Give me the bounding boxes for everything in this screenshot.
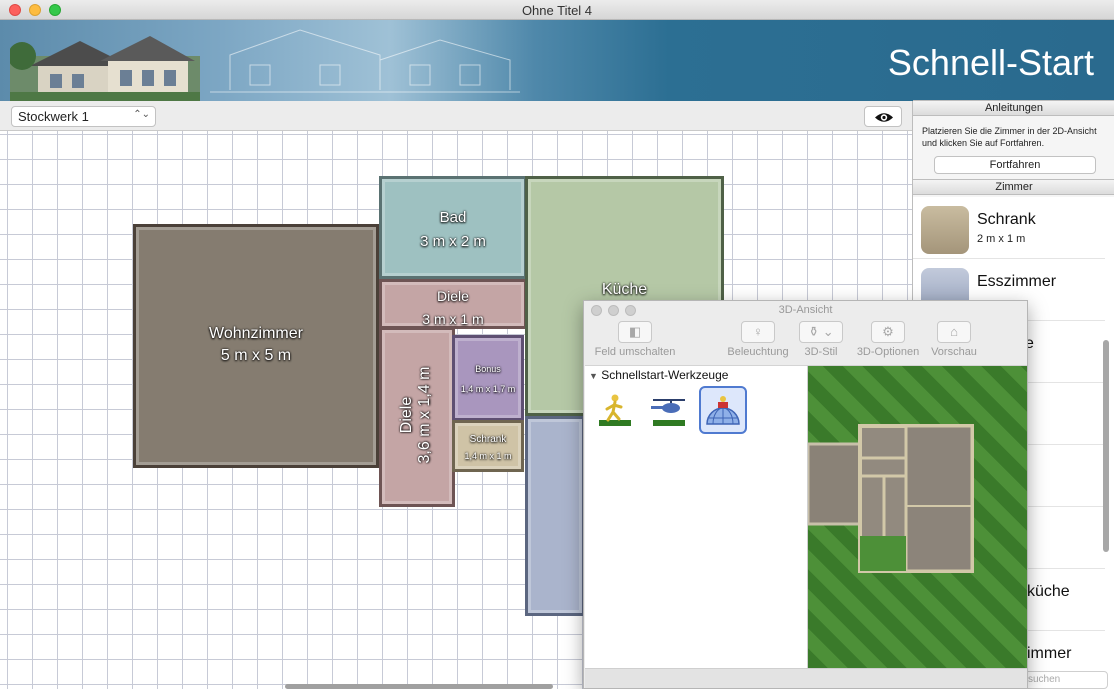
3d-options-button[interactable]: ⚙ 3D-Optionen xyxy=(852,321,924,361)
room-item-name: Schrank xyxy=(977,211,1036,228)
room-item-name: küche xyxy=(1027,583,1070,600)
room-size: 3 m x 2 m xyxy=(420,233,486,250)
room-item-size: 2 m x 1 m xyxy=(977,233,1026,245)
helicopter-icon xyxy=(651,399,685,426)
room-search-input[interactable]: suchen xyxy=(1024,671,1108,689)
instructions-header: Anleitungen xyxy=(913,100,1114,116)
walk-tool[interactable] xyxy=(591,386,639,434)
house-icon: ⌂ xyxy=(937,321,971,343)
window-title: Ohne Titel 4 xyxy=(521,3,593,18)
quickstart-tools-pane: ▼ Schnellstart-Werkzeuge xyxy=(585,365,808,668)
room-wohnzimmer[interactable]: Wohnzimmer 5 m x 5 m xyxy=(133,224,379,468)
room-swatch xyxy=(921,206,969,254)
floor-select[interactable]: Stockwerk 1 ⌃⌄ xyxy=(11,106,156,127)
eye-icon xyxy=(875,113,893,122)
room-label: Schrank xyxy=(469,434,507,445)
room-size: 1,4 m x 1,7 m xyxy=(460,384,516,394)
room-diele-lower[interactable]: Diele 3,6 m x 1,4 m xyxy=(379,327,455,507)
3d-window-status-bar xyxy=(585,668,1027,688)
lightbulb-icon: ♀ xyxy=(741,321,775,343)
room-label-vertical: Diele xyxy=(398,396,415,434)
toolbar-label: Vorschau xyxy=(931,346,977,358)
quick-start-heading: Schnell-Start xyxy=(887,42,1094,83)
3d-view-window: 3D-Ansicht ◧ Feld umschalten ♀ Beleuchtu… xyxy=(583,300,1028,689)
walking-person-icon xyxy=(599,394,631,426)
room-item-schrank[interactable]: Schrank 2 m x 1 m xyxy=(913,197,1105,259)
house-illustration xyxy=(10,36,200,101)
quickstart-tools-header[interactable]: ▼ Schnellstart-Werkzeuge xyxy=(589,368,728,382)
toolbar-label: 3D-Optionen xyxy=(856,346,920,358)
continue-button[interactable]: Fortfahren xyxy=(934,156,1096,174)
gear-icon: ⚙ xyxy=(871,321,905,343)
3d-view-title: 3D-Ansicht xyxy=(778,304,833,316)
room-esszimmer[interactable] xyxy=(525,416,585,616)
paintbrush-icon: ⚱ ⌄ xyxy=(799,321,843,343)
toolbar-label: Beleuchtung xyxy=(727,346,789,358)
blueprint-illustration xyxy=(210,29,520,93)
room-item-name: Esszimmer xyxy=(977,273,1057,290)
dome-tool[interactable] xyxy=(699,386,747,434)
floor-toolbar: Stockwerk 1 ⌃⌄ xyxy=(0,101,912,131)
toggle-panel-button[interactable]: ◧ Feld umschalten xyxy=(592,321,678,361)
room-bonus[interactable]: Bonus 1,4 m x 1,7 m xyxy=(452,335,524,421)
preview-button[interactable]: ⌂ Vorschau xyxy=(928,321,980,361)
toolbar-label: 3D-Stil xyxy=(804,346,838,358)
rooms-header: Zimmer xyxy=(913,179,1114,195)
room-size: 1,4 m x 1 m xyxy=(464,451,512,461)
3d-style-button[interactable]: ⚱ ⌄ 3D-Stil xyxy=(796,321,846,361)
room-item-name: immer xyxy=(1027,645,1072,662)
room-size-vertical: 3,6 m x 1,4 m xyxy=(416,366,433,464)
chevron-updown-icon: ⌃⌄ xyxy=(133,109,150,120)
room-bad[interactable]: Bad 3 m x 2 m xyxy=(379,176,527,279)
dome-view-icon xyxy=(706,396,740,425)
room-label: Wohnzimmer xyxy=(209,325,303,342)
room-label: Diele xyxy=(437,288,469,304)
title-bar: Ohne Titel 4 xyxy=(0,0,1114,20)
house-model-render xyxy=(808,424,974,573)
room-size: 5 m x 5 m xyxy=(220,347,292,364)
room-label: Küche xyxy=(601,281,648,298)
room-diele-upper[interactable]: Diele 3 m x 1 m xyxy=(379,279,527,329)
fly-tool[interactable] xyxy=(645,386,693,434)
floor-select-value: Stockwerk 1 xyxy=(18,109,89,124)
horizontal-scrollbar[interactable] xyxy=(285,684,553,689)
disclosure-triangle-icon: ▼ xyxy=(589,371,598,381)
toolbar-label: Feld umschalten xyxy=(594,346,676,358)
header-banner: Schnell-Start xyxy=(0,20,1114,101)
lighting-button[interactable]: ♀ Beleuchtung xyxy=(724,321,792,361)
panel-toggle-icon: ◧ xyxy=(618,321,652,343)
room-schrank[interactable]: Schrank 1,4 m x 1 m xyxy=(452,420,524,472)
room-size: 3 m x 1 m xyxy=(422,311,484,327)
room-label: Bonus xyxy=(475,364,501,374)
room-label: Bad xyxy=(439,209,467,226)
view-toggle-button[interactable] xyxy=(864,106,902,127)
3d-preview-canvas[interactable] xyxy=(808,365,1027,668)
vertical-scrollbar[interactable] xyxy=(1103,340,1109,552)
instructions-text: Platzieren Sie die Zimmer in der 2D-Ansi… xyxy=(922,126,1097,148)
